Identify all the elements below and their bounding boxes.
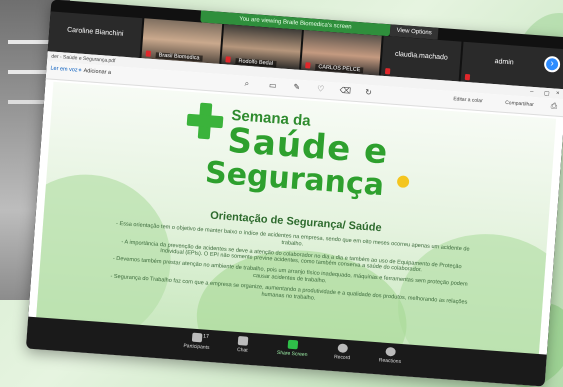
close-icon[interactable]: × (556, 91, 560, 97)
add-button[interactable]: + Adicionar a (78, 68, 111, 76)
reactions-icon (385, 346, 396, 357)
erase-icon[interactable]: ⌫ (339, 86, 351, 96)
reactions-label: Reactions (378, 357, 402, 365)
reactions-button[interactable]: Reactions (370, 346, 411, 366)
record-label: Record (333, 354, 351, 362)
participant-tile[interactable]: Caroline Bianchini (47, 11, 143, 59)
share-screen-label: Share Screen (276, 349, 308, 359)
muted-mic-icon (464, 73, 471, 81)
muted-mic-icon (145, 50, 152, 57)
participant-tile[interactable]: Brasil Biomedica (141, 18, 223, 64)
highlight-icon[interactable]: ♡ (315, 84, 326, 94)
chat-label: Chat (236, 346, 248, 354)
muted-mic-icon (305, 62, 311, 69)
rotate-icon[interactable]: ↻ (363, 88, 374, 98)
participants-label: Participants (183, 343, 210, 351)
muted-mic-icon (384, 68, 391, 75)
participant-tile[interactable]: Rodolfo Bedal (221, 24, 302, 70)
participant-tile[interactable]: claudia.machado (380, 35, 462, 82)
laptop-screen: You are viewing Braile Biomedica's scree… (25, 0, 563, 387)
minimize-icon[interactable]: – (530, 89, 534, 95)
logo-accent-dot (396, 175, 410, 189)
edit-draw-button[interactable]: Editar a colar (453, 96, 483, 104)
share-button[interactable]: Compartilhar (505, 100, 534, 108)
health-cross-logo (186, 102, 225, 141)
participants-icon (191, 332, 203, 343)
print-icon[interactable]: ⎙ (549, 101, 560, 112)
page-icon[interactable]: ▭ (267, 81, 278, 91)
participant-name: Caroline Bianchini (66, 26, 124, 38)
share-screen-icon (287, 339, 299, 350)
next-page-icon[interactable]: › (543, 55, 561, 73)
chat-icon (237, 336, 249, 346)
participants-count: 17 (203, 333, 210, 340)
record-icon (337, 343, 349, 354)
participant-tile[interactable]: CARLOS PELCE (301, 29, 382, 76)
chat-button[interactable]: Chat (222, 335, 263, 355)
participant-name: claudia.machado (394, 50, 449, 62)
record-button[interactable]: Record (322, 342, 363, 362)
participants-button[interactable]: 17 Participants (176, 332, 217, 352)
plus-icon: + (78, 67, 82, 74)
muted-mic-icon (225, 56, 231, 63)
slide-page: Semana da Saúde e Segurança Orientação d… (35, 81, 557, 359)
search-icon[interactable]: ⌕ (241, 79, 252, 90)
draw-icon[interactable]: ✎ (291, 82, 302, 92)
share-screen-button[interactable]: Share Screen (272, 339, 313, 359)
read-aloud-button[interactable]: Ler em voz (50, 66, 78, 74)
add-button-label: Adicionar a (83, 67, 112, 76)
maximize-icon[interactable]: ▢ (544, 90, 550, 97)
